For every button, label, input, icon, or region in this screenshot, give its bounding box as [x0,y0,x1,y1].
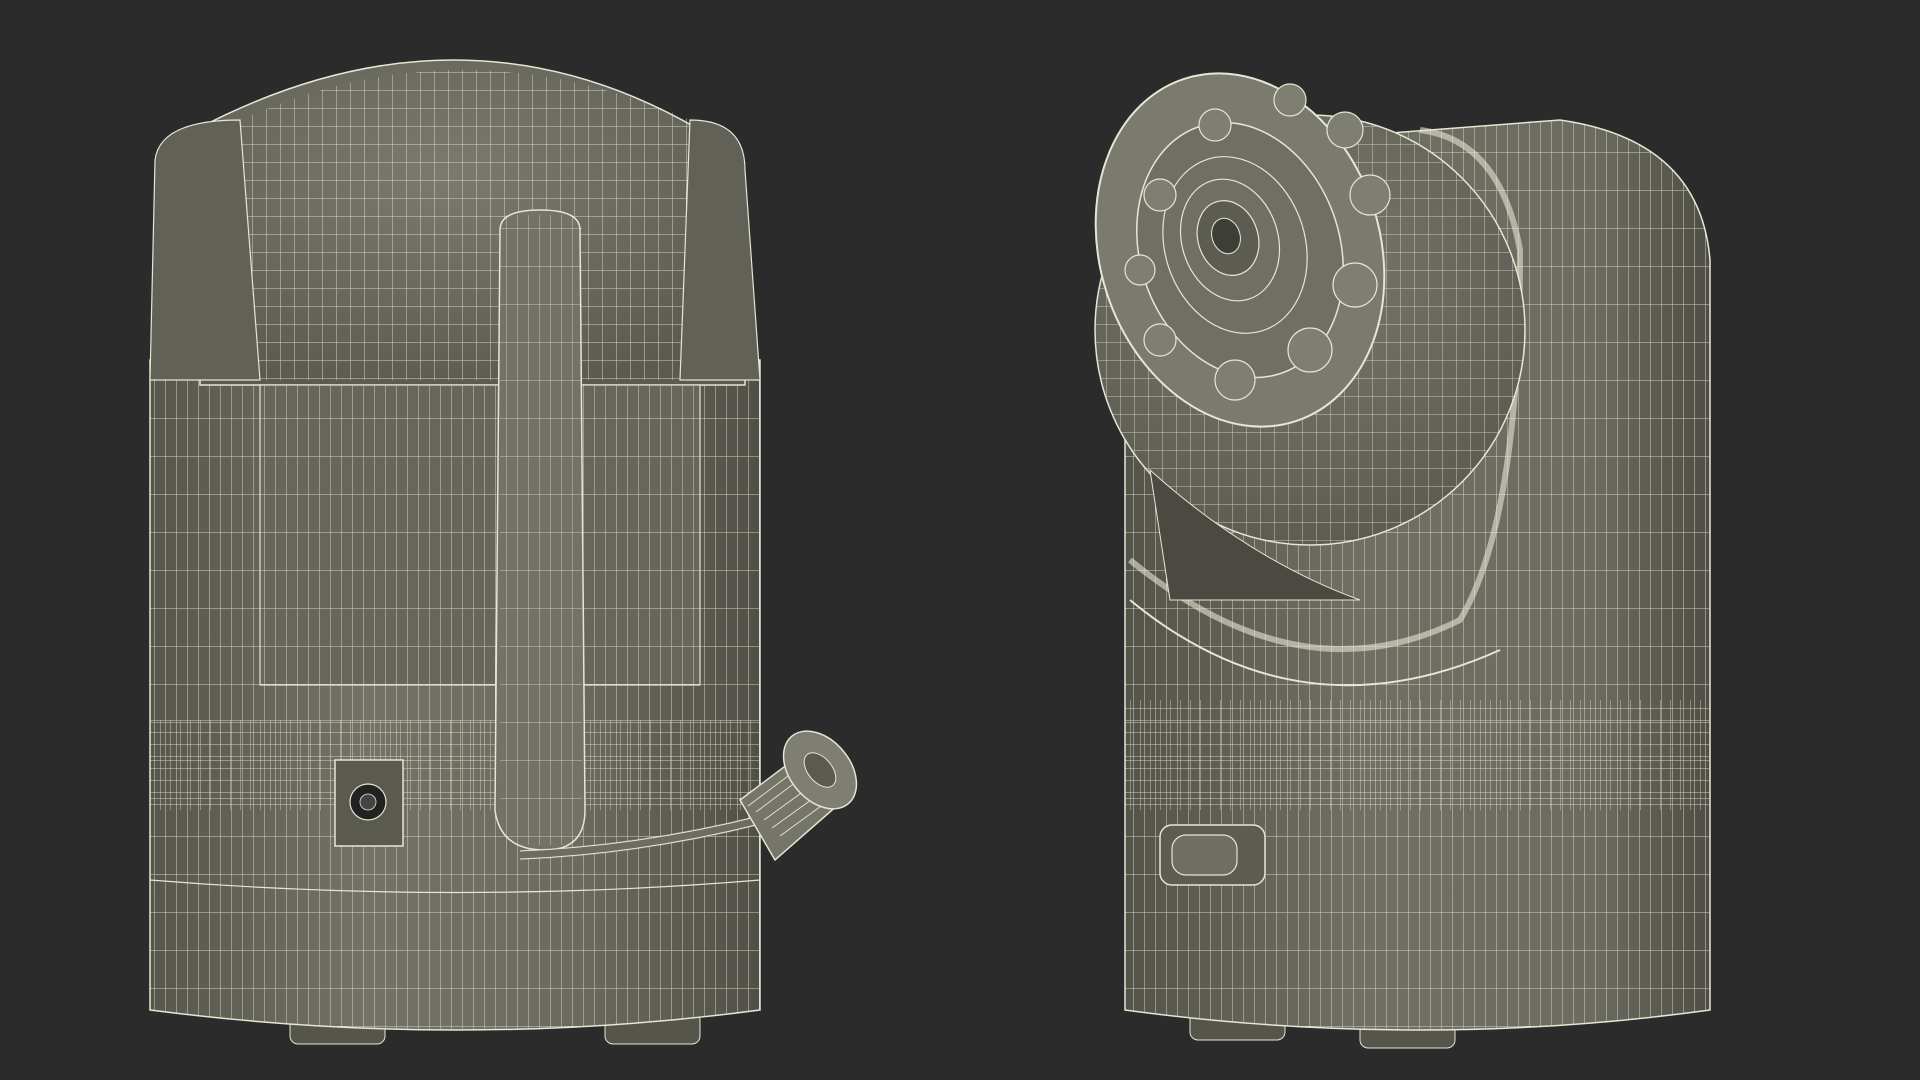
render-viewport [0,0,1920,1080]
wireframe-render [149,59,1711,1049]
camera-rear-view [149,59,858,1045]
power-switch [1159,824,1266,886]
camera-front-view [1094,72,1711,1049]
